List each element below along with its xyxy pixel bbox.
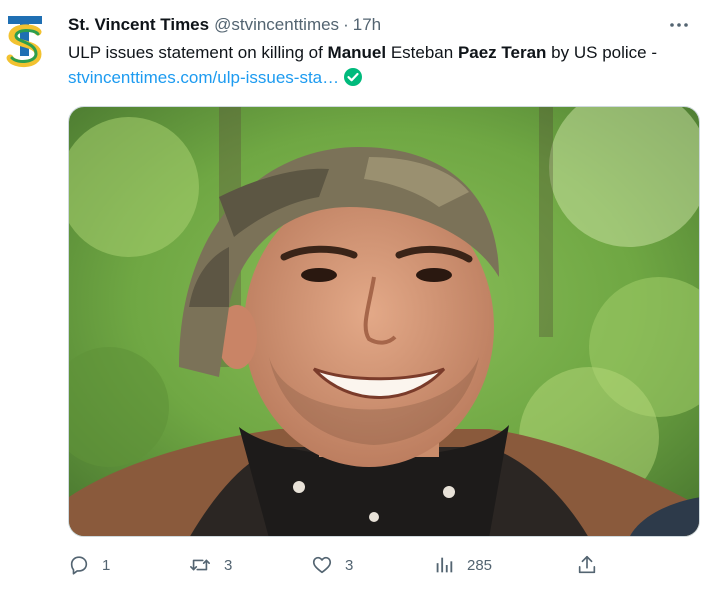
- tweet-text-bold: Manuel: [327, 43, 387, 62]
- heart-icon: [312, 556, 332, 574]
- tweet[interactable]: St. Vincent Times @stvincenttimes · 17h …: [0, 0, 711, 593]
- retweet-count: 3: [224, 556, 233, 574]
- tweet-actions: 1 3 3 285: [68, 550, 608, 580]
- photo-of-smiling-man-icon: [69, 107, 699, 536]
- view-count: 285: [467, 556, 493, 574]
- retweet-button[interactable]: 3: [188, 550, 232, 580]
- like-count: 3: [345, 556, 354, 574]
- reply-count: 1: [102, 556, 111, 574]
- reply-button[interactable]: 1: [68, 550, 110, 580]
- tweet-text-part: by US police -: [546, 43, 657, 62]
- separator-dot: ·: [343, 15, 349, 34]
- tweet-text: ULP issues statement on killing of Manue…: [68, 40, 683, 94]
- share-button[interactable]: [576, 550, 598, 580]
- share-upload-icon: [578, 555, 596, 574]
- views-button[interactable]: 285: [433, 550, 492, 580]
- tweet-text-part: ULP issues statement on killing of: [68, 43, 328, 62]
- author-display-name[interactable]: St. Vincent Times: [68, 15, 209, 35]
- more-dots-icon: [670, 23, 688, 27]
- like-button[interactable]: 3: [311, 550, 353, 580]
- author-handle[interactable]: @stvincenttimes: [214, 15, 339, 35]
- st-vincent-times-logo-icon: [6, 16, 42, 67]
- retweet-icon: [190, 559, 210, 571]
- article-link[interactable]: stvincenttimes.com/ulp-issues-sta…: [68, 68, 339, 87]
- reply-icon: [70, 556, 88, 575]
- tweet-header: St. Vincent Times @stvincenttimes · 17h: [68, 13, 691, 37]
- verified-check-icon: [343, 67, 363, 94]
- avatar[interactable]: [4, 12, 46, 72]
- views-chart-icon: [436, 557, 453, 573]
- tweet-photo[interactable]: [68, 106, 700, 537]
- tweet-text-part: Esteban: [386, 43, 458, 62]
- tweet-time[interactable]: 17h: [353, 15, 381, 35]
- more-options-button[interactable]: [667, 13, 691, 37]
- tweet-text-bold: Paez Teran: [457, 43, 547, 62]
